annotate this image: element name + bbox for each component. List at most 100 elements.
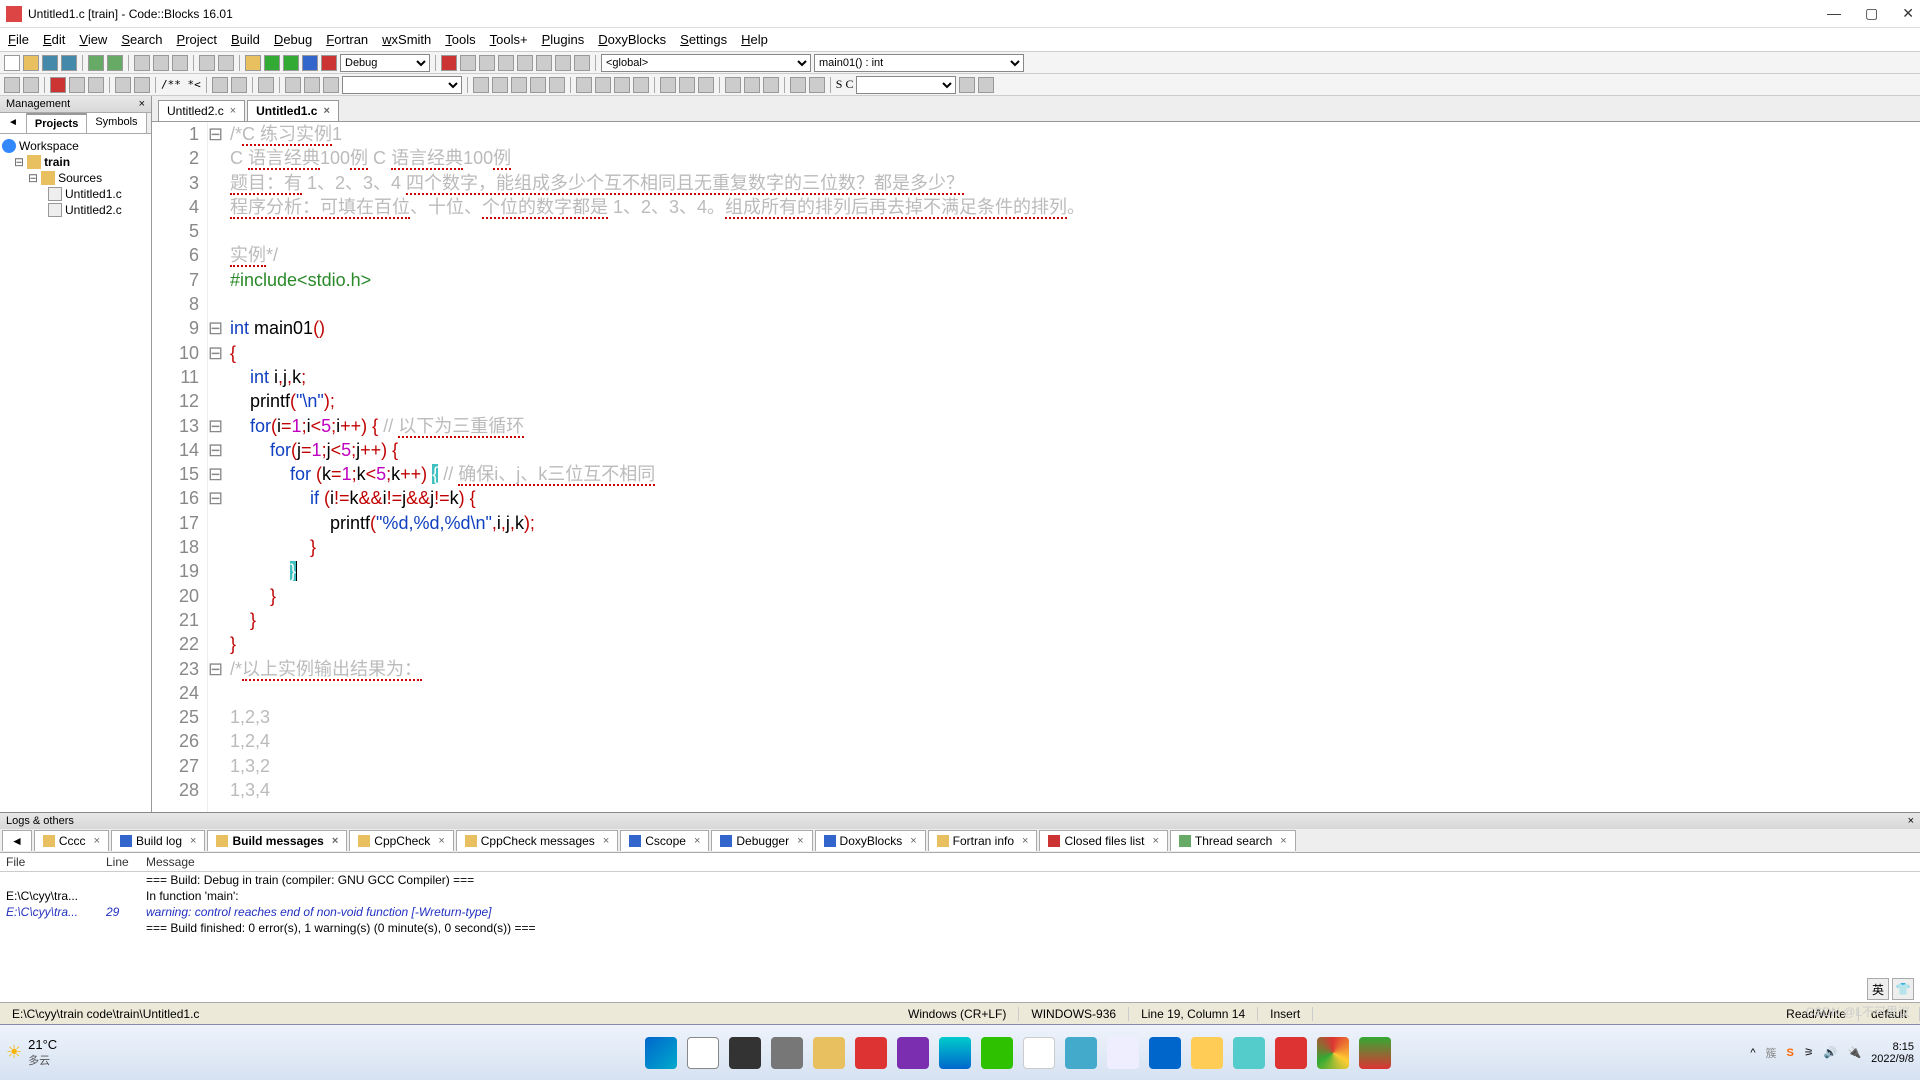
management-close-icon[interactable]: × (139, 98, 145, 110)
search-opts-icon[interactable] (978, 77, 994, 93)
log-tab[interactable]: Cscope× (620, 830, 709, 851)
tree-folder-sources[interactable]: ⊟Sources (2, 170, 149, 186)
logs-close-icon[interactable]: × (1908, 815, 1914, 827)
close-button[interactable]: ✕ (1902, 5, 1914, 22)
doxy-settings-icon[interactable] (258, 77, 274, 93)
start-icon[interactable] (645, 1037, 677, 1069)
maximize-button[interactable]: ▢ (1865, 5, 1878, 22)
app2-icon[interactable] (1107, 1037, 1139, 1069)
hi-prev-icon[interactable] (473, 77, 489, 93)
notepad-icon[interactable] (1065, 1037, 1097, 1069)
tab-close-icon[interactable]: × (694, 835, 700, 847)
log-row[interactable]: === Build: Debug in train (compiler: GNU… (0, 872, 1920, 888)
bookmark-clear-icon[interactable] (69, 77, 85, 93)
step-over-icon[interactable] (479, 55, 495, 71)
build-icon[interactable] (245, 55, 261, 71)
menu-view[interactable]: View (79, 32, 107, 47)
tab-close-icon[interactable]: × (438, 835, 444, 847)
qq-icon[interactable] (1023, 1037, 1055, 1069)
redo-icon[interactable] (107, 55, 123, 71)
tab-close-icon[interactable]: × (323, 105, 329, 117)
tray-chevron-icon[interactable]: ^ (1750, 1047, 1755, 1059)
tab-close-icon[interactable]: × (190, 835, 196, 847)
log-tab[interactable]: Build log× (111, 830, 205, 851)
layout1-icon[interactable] (614, 77, 630, 93)
build-run-icon[interactable] (283, 55, 299, 71)
jump-last-icon[interactable] (323, 77, 339, 93)
weather-widget[interactable]: ☀ 21°C 多云 (6, 1037, 286, 1068)
mgmt-tab-symbols[interactable]: Symbols (87, 113, 146, 133)
menu-search[interactable]: Search (121, 32, 162, 47)
app5-icon[interactable] (1233, 1037, 1265, 1069)
new-icon[interactable] (4, 55, 20, 71)
code-editor[interactable]: 1 2 3 4 5 6 7 8 9 10 11 12 13 14 15 16 1… (152, 122, 1920, 812)
menu-tools[interactable]: Tools (445, 32, 475, 47)
log-tab[interactable]: Debugger× (711, 830, 812, 851)
menu-file[interactable]: File (8, 32, 29, 47)
log-row[interactable]: E:\C\cyy\tra...In function 'main': (0, 888, 1920, 904)
open-icon[interactable] (23, 55, 39, 71)
ime-lang[interactable]: 英 (1867, 978, 1889, 1000)
app-icon[interactable] (855, 1037, 887, 1069)
bookmark-next-icon[interactable] (23, 77, 39, 93)
abort-icon[interactable] (321, 55, 337, 71)
codeblocks-icon[interactable] (1359, 1037, 1391, 1069)
function-select[interactable]: main01() : int (814, 54, 1024, 72)
tab-close-icon[interactable]: × (332, 835, 338, 847)
doxy-chm-icon[interactable] (231, 77, 247, 93)
chrome-icon[interactable] (1317, 1037, 1349, 1069)
debug-windows-icon[interactable] (555, 55, 571, 71)
split-h-icon[interactable] (576, 77, 592, 93)
jump-select[interactable] (342, 76, 462, 94)
tree-project[interactable]: ⊟train (2, 154, 149, 170)
ime-shirt-icon[interactable]: 👕 (1892, 978, 1914, 1000)
tree-workspace[interactable]: Workspace (2, 138, 149, 154)
bookmark-toggle-icon[interactable] (50, 77, 66, 93)
tray-battery-icon[interactable]: 🔌 (1847, 1046, 1861, 1059)
app3-icon[interactable] (1149, 1037, 1181, 1069)
build-target-select[interactable]: Debug (340, 54, 430, 72)
save-icon[interactable] (42, 55, 58, 71)
onenote-icon[interactable] (897, 1037, 929, 1069)
bookmark-list-icon[interactable] (88, 77, 104, 93)
layout2-icon[interactable] (633, 77, 649, 93)
tab-close-icon[interactable]: × (910, 835, 916, 847)
hi-clear-icon[interactable] (549, 77, 565, 93)
paste-icon[interactable] (172, 55, 188, 71)
edge-icon[interactable] (939, 1037, 971, 1069)
menu-wxsmith[interactable]: wxSmith (382, 32, 431, 47)
jump-back-icon[interactable] (285, 77, 301, 93)
log-row[interactable]: E:\C\cyy\tra...29warning: control reache… (0, 904, 1920, 920)
doxy-run-icon[interactable] (115, 77, 131, 93)
tray-volume-icon[interactable]: 🔊 (1824, 1046, 1838, 1059)
replace-icon[interactable] (218, 55, 234, 71)
copy-icon[interactable] (153, 55, 169, 71)
debug-stop-icon[interactable] (536, 55, 552, 71)
doxy-html-icon[interactable] (212, 77, 228, 93)
menu-tools+[interactable]: Tools+ (490, 32, 528, 47)
zoom-in-icon[interactable] (790, 77, 806, 93)
tab-close-icon[interactable]: × (230, 105, 236, 117)
code-content[interactable]: /*C 练习实例1C 语言经典100例 C 语言经典100例题目：有 1、2、3… (224, 122, 1085, 812)
save-all-icon[interactable] (61, 55, 77, 71)
tab-close-icon[interactable]: × (94, 835, 100, 847)
menu-help[interactable]: Help (741, 32, 768, 47)
wps-icon[interactable] (1275, 1037, 1307, 1069)
find-icon[interactable] (199, 55, 215, 71)
tab-close-icon[interactable]: × (603, 835, 609, 847)
step-out-icon[interactable] (517, 55, 533, 71)
menu-fortran[interactable]: Fortran (326, 32, 368, 47)
search-icon[interactable] (687, 1037, 719, 1069)
doxy-wizard-icon[interactable] (134, 77, 150, 93)
menu-settings[interactable]: Settings (680, 32, 727, 47)
menu-plugins[interactable]: Plugins (542, 32, 585, 47)
zoom-out-icon[interactable] (809, 77, 825, 93)
scope-select[interactable]: <global> (601, 54, 811, 72)
logs-tab-nav-left[interactable]: ◄ (2, 830, 32, 851)
log-tab[interactable]: DoxyBlocks× (815, 830, 926, 851)
tray-wifi-icon[interactable]: ⚞ (1804, 1046, 1814, 1059)
frame2-icon[interactable] (744, 77, 760, 93)
search-go-icon[interactable] (959, 77, 975, 93)
frame3-icon[interactable] (763, 77, 779, 93)
grid-icon[interactable] (679, 77, 695, 93)
